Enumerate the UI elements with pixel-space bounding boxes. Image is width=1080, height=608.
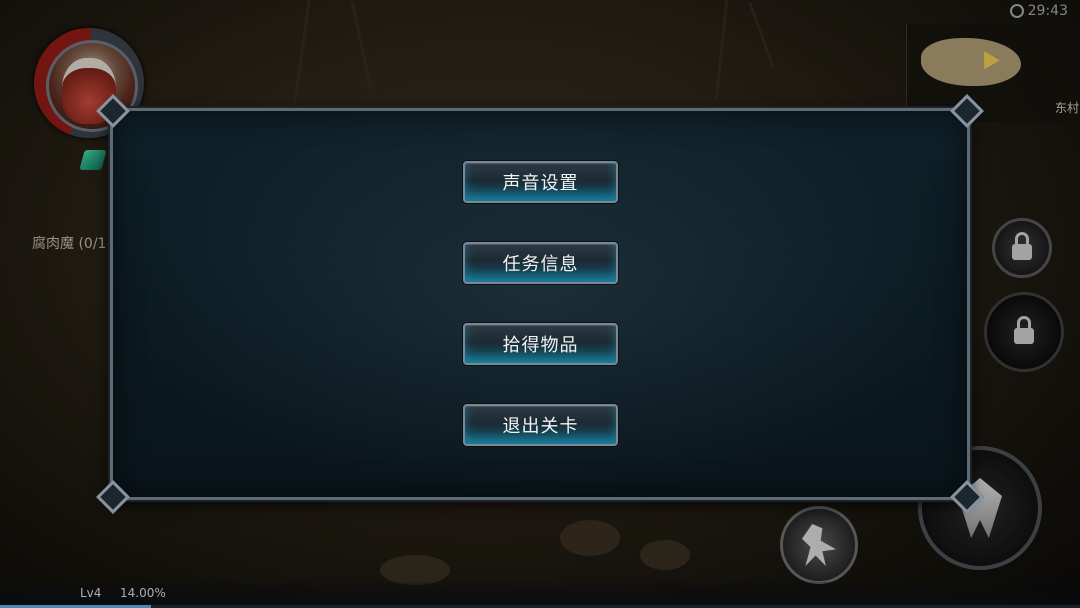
picked-items-button[interactable]: 拾得物品 (463, 323, 618, 365)
quest-info-button[interactable]: 任务信息 (463, 242, 618, 284)
exit-level-button[interactable]: 退出关卡 (463, 404, 618, 446)
sound-settings-button[interactable]: 声音设置 (463, 161, 618, 203)
pause-menu-panel: 声音设置 任务信息 拾得物品 退出关卡 (96, 94, 984, 514)
